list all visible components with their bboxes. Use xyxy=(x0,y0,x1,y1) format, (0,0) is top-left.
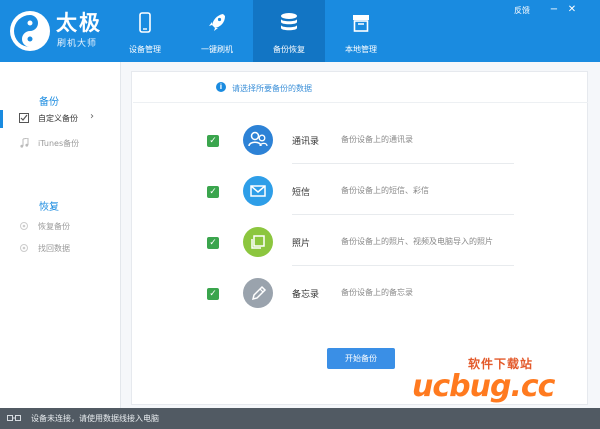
rocket-icon xyxy=(209,14,225,31)
status-text: 设备未连接，请使用数据线接入电脑 xyxy=(31,414,159,423)
sms-checkbox[interactable]: ✓ xyxy=(207,186,219,198)
divider xyxy=(292,214,514,215)
sidebar-heading-backup: 备份 xyxy=(39,97,59,108)
option-description: 备份设备上的通讯录 xyxy=(341,135,413,144)
box-icon xyxy=(353,15,369,32)
close-button[interactable]: ✕ xyxy=(566,4,578,16)
backup-option-contacts: ✓ 通讯录 备份设备上的通讯录 xyxy=(132,119,587,165)
status-bar: 设备未连接，请使用数据线接入电脑 xyxy=(0,408,600,429)
taiji-logo-icon xyxy=(10,11,50,51)
phone-icon xyxy=(139,12,151,33)
sidebar-heading-restore: 恢复 xyxy=(39,202,59,213)
contacts-checkbox[interactable]: ✓ xyxy=(207,135,219,147)
music-note-icon xyxy=(20,138,29,148)
sidebar-item-label: iTunes备份 xyxy=(38,139,80,148)
sidebar-item-recover-data[interactable]: 找回数据 xyxy=(0,240,120,258)
pen-icon xyxy=(243,278,273,308)
logo-subtitle: 刷机大师 xyxy=(57,39,98,49)
option-title: 备忘录 xyxy=(292,290,320,300)
option-description: 备份设备上的照片、视频及电脑导入的照片 xyxy=(341,237,493,246)
cable-icon xyxy=(7,415,21,421)
photos-checkbox[interactable]: ✓ xyxy=(207,237,219,249)
database-icon xyxy=(281,13,297,31)
tab-label: 备份恢复 xyxy=(273,45,305,54)
radio-icon xyxy=(20,222,28,230)
sidebar-item-restore-backup[interactable]: 恢复备份 xyxy=(0,218,120,236)
option-description: 备份设备上的短信、彩信 xyxy=(341,186,429,195)
checkbox-icon xyxy=(19,113,29,123)
option-title: 通讯录 xyxy=(292,137,320,147)
divider xyxy=(133,102,588,103)
photo-icon xyxy=(243,227,273,257)
option-description: 备份设备上的备忘录 xyxy=(341,288,413,297)
start-backup-button[interactable]: 开始备份 xyxy=(327,348,395,369)
sidebar-item-label: 找回数据 xyxy=(38,244,70,253)
tab-label: 一键刷机 xyxy=(201,45,233,54)
info-icon: i xyxy=(216,82,226,92)
sidebar-item-custom-backup[interactable]: 自定义备份 › xyxy=(0,110,120,128)
mail-icon xyxy=(243,176,273,206)
tab-one-click-flash[interactable]: 一键刷机 xyxy=(181,0,253,62)
contacts-icon xyxy=(243,125,273,155)
backup-option-sms: ✓ 短信 备份设备上的短信、彩信 xyxy=(132,170,587,216)
sidebar: 备份 自定义备份 › iTunes备份 恢复 恢复备份 找回数据 xyxy=(0,62,121,408)
backup-option-photos: ✓ 照片 备份设备上的照片、视频及电脑导入的照片 xyxy=(132,221,587,267)
option-title: 短信 xyxy=(292,188,311,198)
option-title: 照片 xyxy=(292,239,311,249)
divider xyxy=(292,163,514,164)
radio-icon xyxy=(20,244,28,252)
tab-label: 本地管理 xyxy=(345,45,377,54)
site-watermark: 软件下载站 ucbug.cc xyxy=(412,355,597,405)
sidebar-item-label: 恢复备份 xyxy=(38,222,70,231)
sidebar-item-label: 自定义备份 xyxy=(38,114,78,123)
divider xyxy=(292,265,514,266)
app-logo: 太极 刷机大师 xyxy=(10,10,120,54)
backup-option-notes: ✓ 备忘录 备份设备上的备忘录 xyxy=(132,272,587,318)
hint-text: 请选择所要备份的数据 xyxy=(232,84,312,93)
top-bar: 太极 刷机大师 设备管理 一键刷机 备份恢复 本地管理 反馈 − ✕ xyxy=(0,0,600,62)
notes-checkbox[interactable]: ✓ xyxy=(207,288,219,300)
feedback-link[interactable]: 反馈 xyxy=(514,5,530,16)
sidebar-item-itunes-backup[interactable]: iTunes备份 xyxy=(0,135,120,153)
tab-backup-restore[interactable]: 备份恢复 xyxy=(253,0,325,62)
minimize-button[interactable]: − xyxy=(548,4,560,16)
chevron-right-icon: › xyxy=(90,111,94,122)
tab-local-management[interactable]: 本地管理 xyxy=(325,0,397,62)
logo-title: 太极 xyxy=(56,11,102,35)
watermark-logo-text: ucbug.cc xyxy=(412,369,555,404)
tab-device-management[interactable]: 设备管理 xyxy=(109,0,181,62)
tab-label: 设备管理 xyxy=(129,45,161,54)
